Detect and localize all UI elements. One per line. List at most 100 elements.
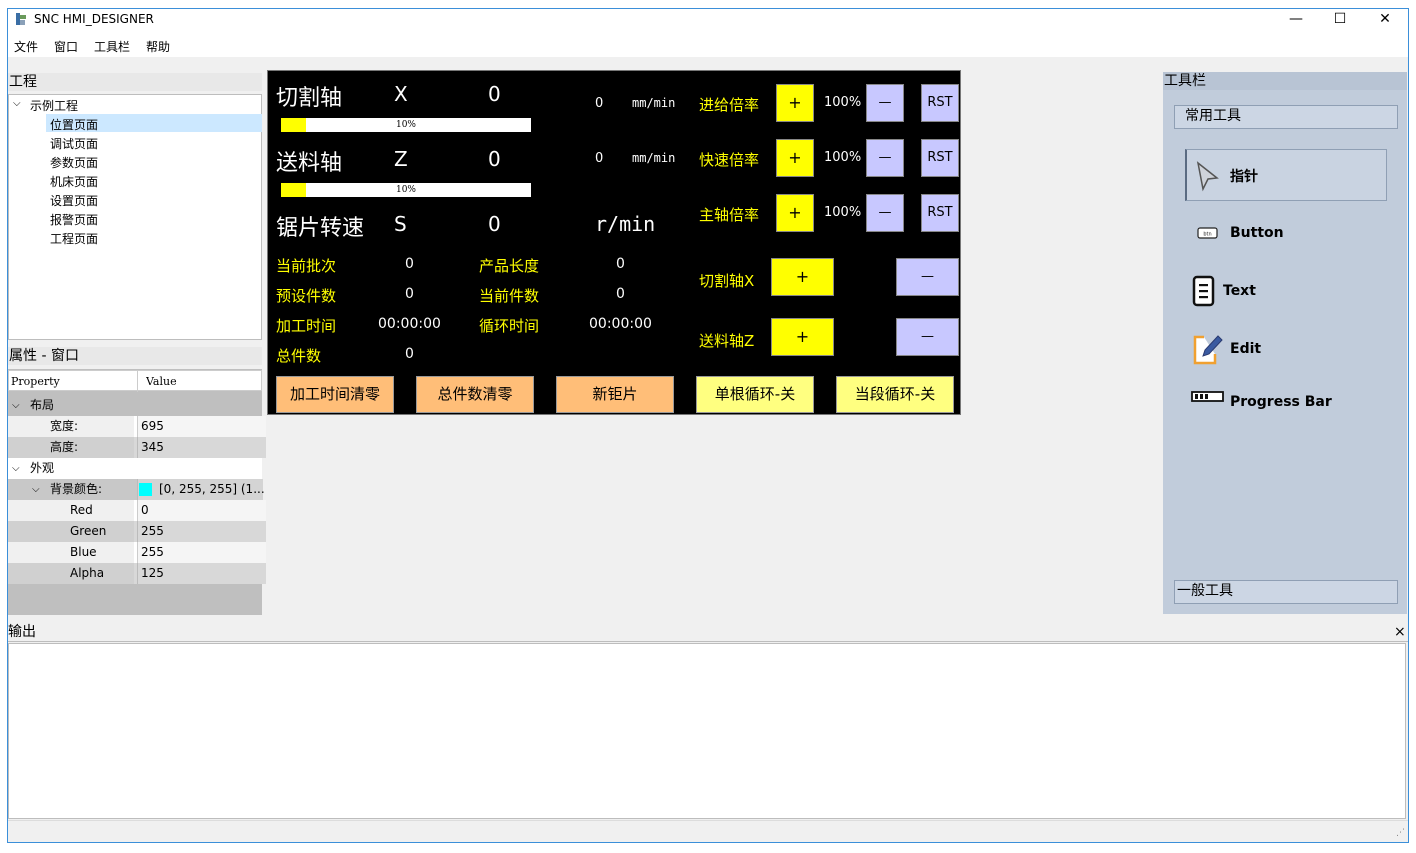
feed-rate-reset-button[interactable]: RST — [921, 84, 959, 122]
preset-value: 0 — [405, 286, 414, 302]
prop-row-green[interactable]: Green 255 — [8, 521, 266, 542]
close-button[interactable]: ✕ — [1363, 9, 1407, 31]
menu-help[interactable]: 帮助 — [146, 38, 170, 55]
axis-x-unit: mm/min — [632, 96, 676, 110]
spindle-rate-label: 主轴倍率 — [699, 206, 760, 224]
spindle-name: 锯片转速 — [276, 216, 365, 241]
prop-row-alpha[interactable]: Alpha 125 — [8, 563, 266, 584]
axis-z-unit: mm/min — [632, 151, 676, 165]
spindle-rate-minus-button[interactable]: — — [866, 194, 904, 232]
feed-rate-minus-button[interactable]: — — [866, 84, 904, 122]
status-bar — [8, 820, 1408, 842]
axis-z-speed: 0 — [595, 151, 604, 166]
rapid-rate-reset-button[interactable]: RST — [921, 139, 959, 177]
window-title: SNC HMI_DESIGNER — [34, 12, 154, 26]
length-value: 0 — [616, 256, 625, 272]
clear-total-button[interactable]: 总件数清零 — [416, 376, 534, 413]
spindle-rate-reset-button[interactable]: RST — [921, 194, 959, 232]
toolbox-general-header[interactable]: 一般工具 — [1174, 580, 1398, 604]
rapid-rate-plus-button[interactable]: + — [776, 139, 814, 177]
rapid-rate-minus-button[interactable]: — — [866, 139, 904, 177]
tool-text-label[interactable]: Text — [1223, 283, 1256, 299]
axis-z-progress-bar: 10% — [281, 183, 531, 197]
chevron-down-icon[interactable]: ⌵ — [12, 395, 20, 416]
output-close-icon[interactable]: × — [1394, 622, 1406, 642]
batch-value: 0 — [405, 256, 414, 272]
prop-green-label: Green — [70, 524, 107, 538]
segment-cycle-button[interactable]: 当段循环-关 — [836, 376, 954, 413]
prop-height-value[interactable]: 345 — [137, 437, 266, 458]
tool-button-label[interactable]: Button — [1230, 225, 1284, 241]
jog-z-minus-button[interactable]: — — [896, 318, 959, 356]
toolbox-title: 工具栏 — [1163, 72, 1407, 90]
prop-row-bgcolor[interactable]: ⌵ 背景颜色: [0, 255, 255] (1... — [8, 479, 265, 500]
tree-item-params[interactable]: 参数页面 — [50, 154, 98, 171]
properties-panel-title: 属性 - 窗口 — [8, 347, 262, 365]
group-appearance-label: 外观 — [30, 461, 55, 475]
prop-row-height[interactable]: 高度: 345 — [8, 437, 266, 458]
total-value: 0 — [405, 346, 414, 362]
preset-label: 预设件数 — [276, 287, 337, 305]
prop-green-value[interactable]: 255 — [137, 521, 266, 542]
prop-row-width[interactable]: 宽度: 695 — [8, 416, 266, 437]
jog-x-plus-button[interactable]: + — [771, 258, 834, 296]
resize-grip-icon[interactable]: ⋰ — [1396, 828, 1405, 838]
current-count-label: 当前件数 — [479, 287, 540, 305]
axis-x-name: 切割轴 — [276, 86, 343, 111]
maximize-button[interactable]: ☐ — [1318, 9, 1362, 31]
group-layout[interactable]: ⌵ 布局 — [8, 395, 262, 416]
chevron-down-icon[interactable]: ⌵ — [13, 98, 21, 109]
axis-z-progress-text: 10% — [395, 185, 416, 195]
tree-root[interactable]: 示例工程 — [30, 97, 78, 114]
current-count-value: 0 — [616, 286, 625, 302]
prop-height-label: 高度: — [50, 440, 79, 454]
menu-window[interactable]: 窗口 — [54, 38, 78, 55]
jog-z-plus-button[interactable]: + — [771, 318, 834, 356]
tree-item-position[interactable]: 位置页面 — [50, 116, 98, 133]
clear-process-time-button[interactable]: 加工时间清零 — [276, 376, 394, 413]
prop-width-value[interactable]: 695 — [137, 416, 266, 437]
axis-z-letter: Z — [394, 147, 408, 171]
prop-alpha-value[interactable]: 125 — [137, 563, 266, 584]
jog-z-label: 送料轴Z — [699, 332, 755, 350]
single-cycle-button[interactable]: 单根循环-关 — [696, 376, 814, 413]
menu-file[interactable]: 文件 — [14, 38, 38, 55]
axis-x-letter: X — [394, 82, 408, 106]
spindle-rate-plus-button[interactable]: + — [776, 194, 814, 232]
toolbox-common-header[interactable]: 常用工具 — [1174, 105, 1398, 129]
tool-progress-bar-label[interactable]: Progress Bar — [1230, 394, 1332, 410]
jog-x-minus-button[interactable]: — — [896, 258, 959, 296]
tree-item-machine[interactable]: 机床页面 — [50, 173, 98, 190]
prop-bgcolor-label: 背景颜色: — [50, 482, 103, 496]
process-time-label: 加工时间 — [276, 317, 337, 335]
spindle-rate-value: 100% — [824, 205, 862, 220]
tree-item-project[interactable]: 工程页面 — [50, 230, 98, 247]
group-appearance[interactable]: ⌵ 外观 — [8, 458, 262, 479]
rapid-rate-value: 100% — [824, 150, 862, 165]
spindle-letter: S — [394, 212, 407, 236]
tree-item-settings[interactable]: 设置页面 — [50, 192, 98, 209]
tree-item-debug[interactable]: 调试页面 — [50, 135, 98, 152]
title-bar — [8, 9, 1408, 31]
prop-width-label: 宽度: — [50, 419, 79, 433]
tree-item-alarm[interactable]: 报警页面 — [50, 211, 98, 228]
chevron-down-icon[interactable]: ⌵ — [32, 479, 40, 500]
jog-x-label: 切割轴X — [699, 272, 755, 290]
chevron-down-icon[interactable]: ⌵ — [12, 458, 20, 479]
feed-rate-plus-button[interactable]: + — [776, 84, 814, 122]
prop-row-red[interactable]: Red 0 — [8, 500, 266, 521]
axis-x-progress-bar: 10% — [281, 118, 531, 132]
prop-bgcolor-value[interactable]: [0, 255, 255] (1... — [159, 479, 265, 500]
prop-blue-value[interactable]: 255 — [137, 542, 266, 563]
prop-red-label: Red — [70, 503, 93, 517]
new-blade-button[interactable]: 新钜片 — [556, 376, 674, 413]
prop-row-blue[interactable]: Blue 255 — [8, 542, 266, 563]
output-panel-title: 输出 — [8, 622, 1408, 642]
tool-edit-label[interactable]: Edit — [1230, 341, 1261, 357]
output-title-text: 输出 — [8, 624, 36, 640]
prop-red-value[interactable]: 0 — [137, 500, 266, 521]
output-text-area[interactable] — [8, 643, 1406, 819]
minimize-button[interactable]: — — [1274, 9, 1318, 31]
color-swatch[interactable] — [139, 483, 152, 496]
menu-toolbar[interactable]: 工具栏 — [94, 38, 130, 55]
